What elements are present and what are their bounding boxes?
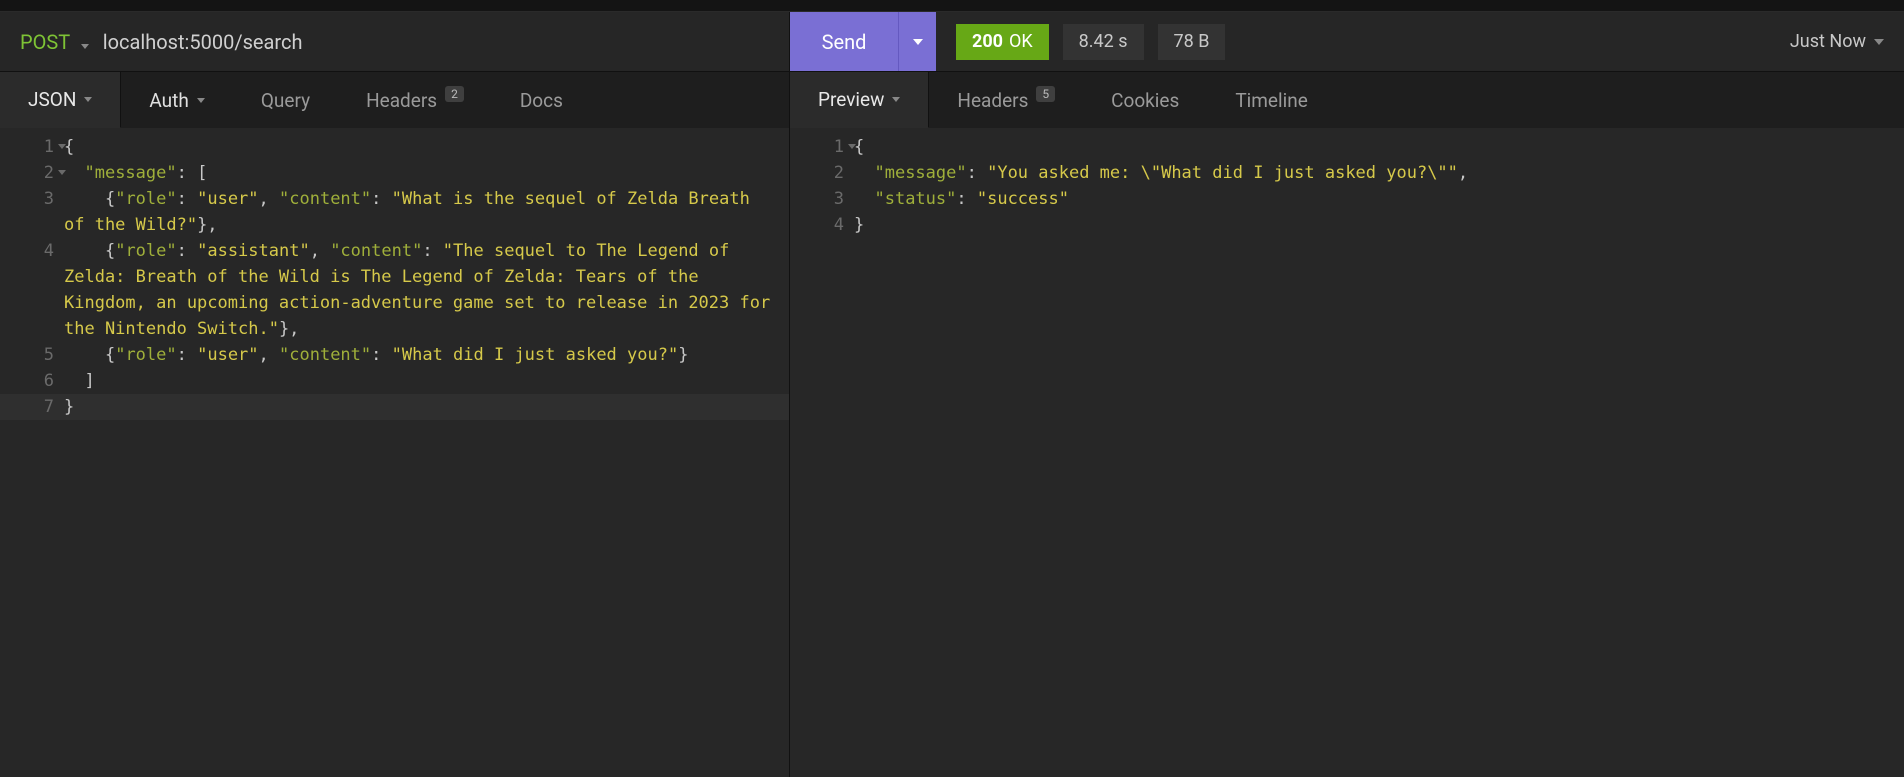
line-number: 3 (0, 186, 64, 212)
code-text: { (64, 134, 789, 160)
code-text: { (854, 134, 1904, 160)
send-button-dropdown[interactable] (898, 12, 936, 71)
tab-label: Docs (520, 89, 563, 112)
window-topstrip (0, 0, 1904, 12)
code-line[interactable]: 1{ (790, 134, 1904, 160)
code-text: {"role": "user", "content": "What did I … (64, 342, 789, 368)
line-number: 1 (790, 134, 854, 160)
code-text: ] (64, 368, 789, 394)
status-code: 200 (972, 31, 1003, 52)
tab-label: Preview (818, 88, 884, 111)
code-line[interactable]: 2 "message": "You asked me: \"What did I… (790, 160, 1904, 186)
response-age-dropdown[interactable]: Just Now (1790, 31, 1884, 52)
tab-label: Auth (149, 89, 188, 112)
code-line[interactable]: 5 {"role": "user", "content": "What did … (0, 342, 789, 368)
panes: 1{2 "message": [3 {"role": "user", "cont… (0, 128, 1904, 777)
caret-down-icon (913, 39, 923, 45)
line-number: 7 (0, 394, 64, 420)
send-button[interactable]: Send (790, 12, 936, 71)
code-text: {"role": "user", "content": "What is the… (64, 186, 789, 238)
status-badge: 200 OK (956, 24, 1049, 60)
code-line[interactable]: 1{ (0, 134, 789, 160)
request-tabs: JSON Auth Query Headers 2 Docs (0, 72, 790, 128)
http-method-dropdown[interactable]: POST (20, 30, 89, 54)
response-age-label: Just Now (1790, 31, 1866, 52)
send-button-label: Send (822, 30, 867, 54)
tab-label: Headers (957, 89, 1028, 112)
line-number: 2 (790, 160, 854, 186)
code-line[interactable]: 3 {"role": "user", "content": "What is t… (0, 186, 789, 238)
tab-label: Headers (366, 89, 437, 112)
caret-down-icon (892, 97, 900, 102)
response-tabs: Preview Headers 5 Cookies Timeline (790, 72, 1904, 128)
code-line[interactable]: 3 "status": "success" (790, 186, 1904, 212)
fold-icon[interactable] (58, 144, 66, 149)
caret-down-icon (1874, 39, 1884, 45)
request-url-input[interactable]: localhost:5000/search (103, 30, 773, 54)
tab-label: JSON (28, 88, 76, 111)
request-bar: POST localhost:5000/search (0, 12, 790, 71)
code-text: {"role": "assistant", "content": "The se… (64, 238, 789, 342)
tab-badge: 2 (445, 86, 464, 102)
line-number: 5 (0, 342, 64, 368)
code-line[interactable]: 6 ] (0, 368, 789, 394)
tab-request-headers[interactable]: Headers 2 (338, 72, 492, 128)
code-line[interactable]: 2 "message": [ (0, 160, 789, 186)
tabs-row: JSON Auth Query Headers 2 Docs Preview (0, 72, 1904, 128)
tab-body[interactable]: JSON (0, 72, 121, 128)
app-root: POST localhost:5000/search Send 200 OK 8… (0, 0, 1904, 777)
response-size-badge: 78 B (1158, 24, 1226, 60)
tab-label: Timeline (1235, 89, 1308, 112)
line-number: 6 (0, 368, 64, 394)
fold-icon[interactable] (848, 144, 856, 149)
tab-cookies[interactable]: Cookies (1083, 72, 1207, 128)
response-time-badge: 8.42 s (1063, 24, 1144, 60)
caret-down-icon (84, 97, 92, 102)
tab-response-headers[interactable]: Headers 5 (929, 72, 1083, 128)
fold-icon[interactable] (58, 170, 66, 175)
tab-label: Query (261, 89, 310, 112)
line-number: 4 (0, 238, 64, 264)
send-button-main[interactable]: Send (790, 12, 898, 71)
line-number: 2 (0, 160, 64, 186)
code-line[interactable]: 4} (790, 212, 1904, 238)
caret-down-icon (197, 98, 205, 103)
tab-preview[interactable]: Preview (790, 72, 929, 128)
response-body-viewer[interactable]: 1{2 "message": "You asked me: \"What did… (790, 128, 1904, 777)
caret-down-icon (81, 44, 89, 49)
code-text: "status": "success" (854, 186, 1904, 212)
line-number: 4 (790, 212, 854, 238)
header-row: POST localhost:5000/search Send 200 OK 8… (0, 12, 1904, 72)
tab-docs[interactable]: Docs (492, 72, 591, 128)
tab-label: Cookies (1111, 89, 1179, 112)
line-number: 3 (790, 186, 854, 212)
tab-badge: 5 (1036, 86, 1055, 102)
tab-query[interactable]: Query (233, 72, 338, 128)
response-bar: 200 OK 8.42 s 78 B Just Now (936, 12, 1904, 71)
code-text: } (64, 394, 789, 420)
code-text: "message": "You asked me: \"What did I j… (854, 160, 1904, 186)
line-number: 1 (0, 134, 64, 160)
request-body-editor[interactable]: 1{2 "message": [3 {"role": "user", "cont… (0, 128, 790, 777)
code-line[interactable]: 4 {"role": "assistant", "content": "The … (0, 238, 789, 342)
code-text: "message": [ (64, 160, 789, 186)
tab-timeline[interactable]: Timeline (1207, 72, 1336, 128)
tab-auth[interactable]: Auth (121, 72, 232, 128)
status-text: OK (1009, 31, 1033, 52)
http-method-label: POST (20, 30, 70, 54)
code-text: } (854, 212, 1904, 238)
code-line[interactable]: 7} (0, 394, 789, 420)
